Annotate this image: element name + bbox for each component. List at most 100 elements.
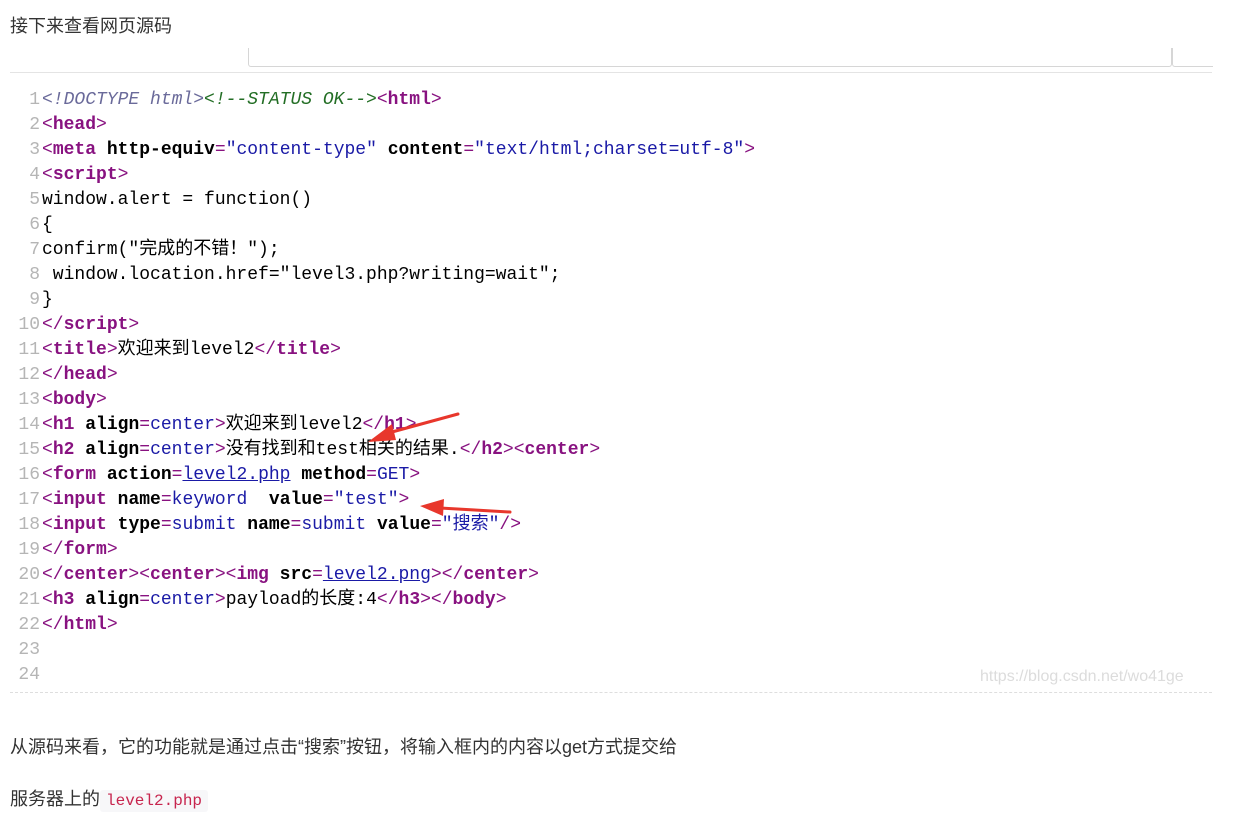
line-number: 3	[29, 140, 40, 160]
doctype: <!DOCTYPE html>	[42, 90, 205, 110]
attr-name: value	[268, 490, 323, 510]
code-line: 7 confirm("完成的不错！");	[10, 238, 280, 263]
code-line: 13 <body>	[10, 388, 106, 413]
source-code-view: 1 <!DOCTYPE html><!--STATUS OK--><html> 2…	[10, 88, 1212, 698]
tag-name: h1	[52, 415, 75, 435]
code-line: 1 <!DOCTYPE html><!--STATUS OK--><html>	[10, 88, 442, 113]
line-number: 9	[29, 290, 40, 310]
attr-value: "test"	[333, 490, 399, 510]
tag-name: input	[52, 515, 107, 535]
code-line: 18 <input type=submit name=submit value="…	[10, 513, 521, 538]
attr-name: content	[387, 140, 464, 160]
tag-name: title	[276, 340, 331, 360]
script-text: window.alert = function()	[42, 190, 313, 210]
tag-name: script	[52, 165, 118, 185]
line-number: 1	[29, 90, 40, 110]
tag-name: h2	[52, 440, 75, 460]
tag-name: form	[63, 540, 107, 560]
tag-name: h1	[384, 415, 406, 435]
paragraph-text: 服务器上的	[10, 789, 100, 809]
tag-name: html	[63, 615, 107, 635]
tag-name: img	[236, 565, 269, 585]
code-line: 12 </head>	[10, 363, 117, 388]
html-comment: <!--STATUS OK-->	[204, 90, 377, 110]
heading-text: 欢迎来到level2	[225, 415, 363, 435]
intro-text: 接下来查看网页源码	[10, 16, 172, 36]
attr-name: type	[117, 515, 161, 535]
line-number: 19	[18, 540, 40, 560]
code-line: 16 <form action=level2.php method=GET>	[10, 463, 420, 488]
tag-name: center	[524, 440, 590, 460]
code-line: 21 <h3 align=center>payload的长度:4</h3></bo…	[10, 588, 506, 613]
tag-name: h3	[52, 590, 75, 610]
line-number: 2	[29, 115, 40, 135]
attr-value: "text/html;charset=utf-8"	[474, 140, 745, 160]
tag-name: body	[452, 590, 496, 610]
code-line: 19 </form>	[10, 538, 117, 563]
line-number: 7	[29, 240, 40, 260]
attr-value: 搜索	[452, 515, 489, 535]
line-number: 20	[18, 565, 40, 585]
source-link-level2-png[interactable]: level2.png	[323, 565, 431, 585]
toolbar-button	[1172, 48, 1213, 67]
code-line: 2 <head>	[10, 113, 107, 138]
script-text: confirm("完成的不错！");	[42, 240, 280, 260]
line-number: 17	[18, 490, 40, 510]
attr-name: name	[247, 515, 291, 535]
attr-name: name	[117, 490, 161, 510]
tag-name: meta	[52, 140, 97, 160]
code-line: 11 <title>欢迎来到level2</title>	[10, 338, 341, 363]
attr-name: align	[85, 415, 140, 435]
line-number: 24	[18, 665, 40, 685]
code-line: 24	[10, 663, 42, 688]
attr-value: keyword	[171, 490, 248, 510]
tag-name: script	[63, 315, 129, 335]
line-number: 16	[18, 465, 40, 485]
source-link-level2-php[interactable]: level2.php	[182, 465, 290, 485]
tag-name: center	[463, 565, 529, 585]
line-number: 22	[18, 615, 40, 635]
toolbar-field	[248, 48, 1172, 67]
line-number: 14	[18, 415, 40, 435]
tag-name: center	[63, 565, 129, 585]
attr-name: method	[301, 465, 367, 485]
title-text: 欢迎来到level2	[117, 340, 255, 360]
attr-name: src	[279, 565, 313, 585]
line-number: 15	[18, 440, 40, 460]
code-line: 3 <meta http-equiv="content-type" content…	[10, 138, 755, 163]
code-line: 14 <h1 align=center>欢迎来到level2</h1>	[10, 413, 416, 438]
code-line: 22 </html>	[10, 613, 117, 638]
code-line: 4 <script>	[10, 163, 128, 188]
heading-text: payload的长度:4	[225, 590, 377, 610]
script-text: window.location.href="level3.php?writing…	[42, 265, 561, 285]
line-number: 12	[18, 365, 40, 385]
attr-name: value	[376, 515, 431, 535]
tag-name: head	[52, 115, 97, 135]
line-number: 21	[18, 590, 40, 610]
attr-value: submit	[301, 515, 367, 535]
tag-name: body	[52, 390, 97, 410]
tag-name: form	[52, 465, 97, 485]
tag-name: title	[52, 340, 107, 360]
line-number: 8	[29, 265, 40, 285]
line-number: 10	[18, 315, 40, 335]
attr-value: "content-type"	[225, 140, 377, 160]
line-number: 18	[18, 515, 40, 535]
line-number: 23	[18, 640, 40, 660]
code-line: 15 <h2 align=center>没有找到和test相关的结果.</h2><…	[10, 438, 600, 463]
toolbar-divider	[10, 72, 1212, 73]
code-line: 8 window.location.href="level3.php?writi…	[10, 263, 560, 288]
code-view-bottom-edge	[10, 692, 1212, 699]
attr-value: center	[150, 590, 215, 610]
code-line: 6{	[10, 213, 53, 238]
heading-text: 没有找到和test相关的结果.	[225, 440, 460, 460]
attr-name: align	[85, 440, 140, 460]
tag-name: center	[150, 565, 215, 585]
script-text: {	[42, 215, 53, 235]
attr-name: http-equiv	[106, 140, 215, 160]
line-number: 11	[18, 340, 40, 360]
tag-name: h2	[481, 440, 503, 460]
tag-name: input	[52, 490, 107, 510]
code-line: 23	[10, 638, 42, 663]
code-line: 5 window.alert = function()	[10, 188, 312, 213]
